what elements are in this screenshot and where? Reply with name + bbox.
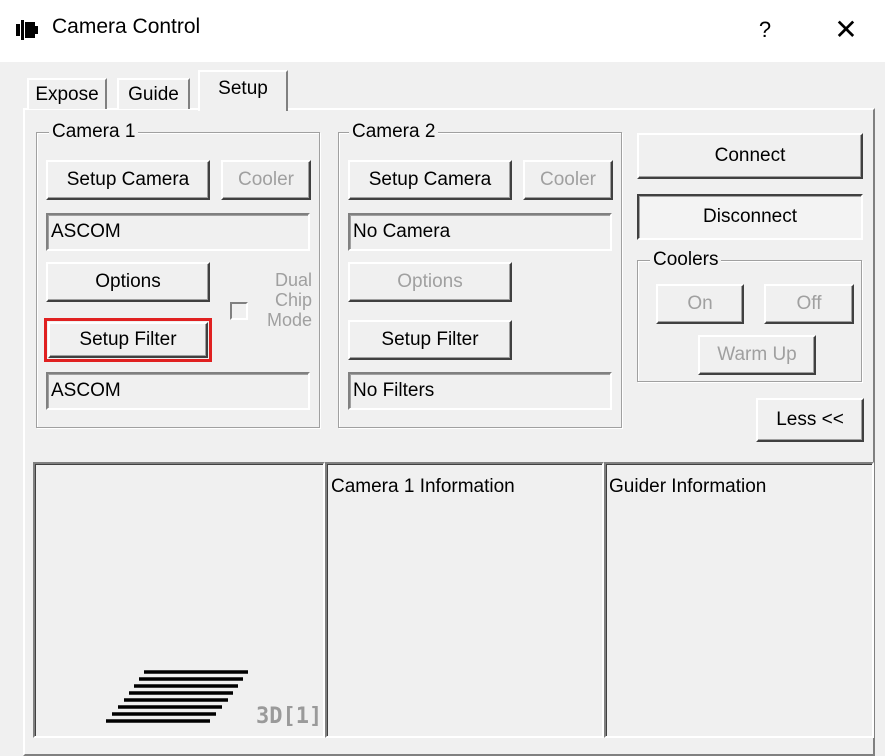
- camera2-cooler-button[interactable]: Cooler: [523, 160, 613, 200]
- camera1-filter-field: ASCOM: [46, 372, 310, 410]
- dual-label-line3: Mode: [266, 310, 312, 330]
- camera1-info-label: Camera 1 Information: [331, 476, 515, 497]
- cooler-on-button[interactable]: On: [656, 284, 744, 324]
- camera1-cooler-button[interactable]: Cooler: [221, 160, 311, 200]
- preview-3d-badge: 3D[1]: [256, 704, 323, 729]
- guider-info-label: Guider Information: [609, 476, 767, 497]
- dual-chip-mode-label: Dual Chip Mode: [246, 270, 312, 330]
- dual-label-line1: Dual: [274, 270, 312, 290]
- dual-label-line2: Chip: [274, 290, 312, 310]
- camera1-setup-filter-button[interactable]: Setup Filter: [44, 318, 212, 362]
- preview-3d-icon: [104, 666, 254, 726]
- tab-guide[interactable]: Guide: [117, 78, 190, 109]
- close-button[interactable]: ✕: [826, 10, 866, 50]
- camera2-options-button[interactable]: Options: [348, 262, 512, 302]
- camera1-options-button[interactable]: Options: [46, 262, 210, 302]
- window-title: Camera Control: [52, 15, 201, 38]
- camera2-camera-field: No Camera: [348, 213, 612, 251]
- camera1-camera-field: ASCOM: [46, 213, 310, 251]
- coolers-group-title: Coolers: [650, 249, 722, 271]
- cooler-off-button[interactable]: Off: [764, 284, 854, 324]
- camera2-group-title: Camera 2: [349, 121, 439, 143]
- tab-expose[interactable]: Expose: [27, 78, 107, 109]
- camera1-info-panel: Camera 1 Information: [325, 462, 604, 738]
- camera2-setup-filter-button[interactable]: Setup Filter: [348, 320, 512, 360]
- help-button[interactable]: ?: [745, 12, 785, 48]
- camera1-group-title: Camera 1: [49, 121, 139, 143]
- connect-button[interactable]: Connect: [637, 133, 863, 179]
- disconnect-button[interactable]: Disconnect: [637, 194, 863, 240]
- app-icon: [14, 18, 40, 42]
- camera1-setup-camera-button[interactable]: Setup Camera: [46, 160, 210, 200]
- camera2-setup-camera-button[interactable]: Setup Camera: [348, 160, 512, 200]
- tab-setup[interactable]: Setup: [198, 70, 288, 111]
- less-button[interactable]: Less <<: [756, 398, 864, 442]
- guider-info-panel: Guider Information: [604, 462, 874, 738]
- camera2-filter-field: No Filters: [348, 372, 612, 410]
- close-icon: ✕: [834, 14, 858, 45]
- warm-up-button[interactable]: Warm Up: [698, 335, 816, 375]
